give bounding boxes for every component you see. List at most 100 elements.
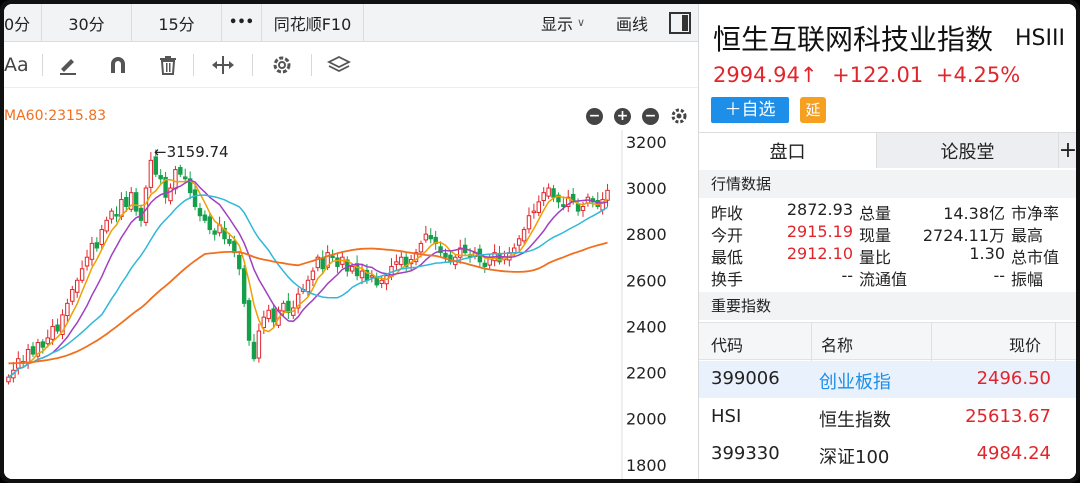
more-periods-button[interactable]: ••• — [222, 4, 262, 42]
quote-label: 今开 — [711, 226, 744, 245]
candle-body — [310, 270, 316, 281]
candle-body — [197, 208, 203, 217]
indices-table-header: 代码 名称 现价 — [699, 322, 1076, 361]
candle-body — [482, 262, 487, 267]
candle-body — [232, 240, 237, 254]
period-bar: 0分 30分 15分 ••• 同花顺F10 显示 ∨ 画线 — [4, 4, 698, 42]
candle-body — [25, 348, 31, 364]
price-tick-label: 2000 — [626, 410, 667, 429]
quote-label: 最低 — [711, 248, 744, 267]
candle-body — [84, 256, 90, 267]
panel-toggle-icon[interactable] — [662, 4, 698, 42]
candle-body — [55, 324, 60, 332]
candle-body — [99, 229, 104, 246]
candle-body — [94, 242, 100, 249]
candle-body — [428, 235, 433, 240]
candle-body — [443, 252, 448, 258]
price-change-pct: +4.25% — [935, 63, 1021, 87]
column-divider — [1055, 323, 1056, 361]
quote-row: 昨收 2872.93 总量 14.38亿 市净率 — [699, 200, 1076, 223]
index-code-cell: HSI — [711, 406, 742, 427]
quote-panel: 恒生互联网科技业指数 HSIII 2994.94↑ +122.01 +4.25%… — [698, 4, 1076, 479]
quote-label: 最高 — [1011, 226, 1044, 245]
panel-tabs: 盘口 论股堂 + — [699, 132, 1076, 168]
candle-body — [173, 169, 178, 190]
candlestick-chart[interactable]: 3200 3000 2800 2600 2400 2200 2000 1800 ←3159.7… — [4, 130, 698, 479]
candle-body — [256, 330, 262, 359]
price-tick-label: 2200 — [626, 364, 667, 383]
quote-label: 量比 — [859, 248, 892, 267]
candle-body — [266, 309, 271, 320]
layers-icon[interactable] — [312, 42, 366, 88]
price-row: 2994.94↑ +122.01 +4.25% — [713, 63, 1020, 87]
add-watchlist-button[interactable]: ＋自选 — [711, 97, 789, 123]
candle-body — [261, 316, 267, 329]
display-dropdown[interactable]: 显示 ∨ — [524, 4, 602, 42]
period-tab-0min[interactable]: 0分 — [4, 4, 42, 42]
candle-body — [114, 214, 119, 217]
price-tick-label: 3000 — [626, 179, 667, 198]
candle-body — [237, 254, 242, 270]
quote-label: 总量 — [859, 204, 892, 223]
period-tab-30min[interactable]: 30分 — [42, 4, 132, 42]
gear-icon[interactable] — [253, 42, 311, 88]
index-name-link[interactable]: 创业板指 — [819, 368, 891, 394]
candle-body — [580, 205, 586, 211]
quote-label: 昨收 — [711, 204, 744, 223]
quote-label: 流通值 — [859, 270, 908, 289]
quote-label: 振幅 — [1011, 270, 1044, 289]
chevron-down-icon: ∨ — [576, 16, 586, 29]
candle-body — [104, 219, 109, 232]
candle-body — [423, 233, 429, 241]
quote-label: 市净率 — [1011, 204, 1060, 223]
quote-label: 换手 — [711, 270, 744, 289]
tab-forum[interactable]: 论股堂 — [877, 133, 1059, 168]
index-price-cell: 2496.50 — [976, 368, 1051, 389]
trash-icon[interactable] — [143, 42, 193, 88]
chart-settings-icon[interactable] — [669, 106, 689, 130]
candle-body — [40, 341, 46, 348]
zoom-out-icon[interactable]: − — [586, 108, 603, 125]
candle-body — [124, 196, 129, 207]
column-divider — [811, 323, 812, 361]
candle-body — [183, 176, 188, 180]
indicator-bar: MA60:2315.83 − + − — [4, 104, 698, 130]
candle-body — [349, 265, 355, 272]
magnet-icon[interactable] — [93, 42, 143, 88]
horizontal-resize-icon[interactable] — [194, 42, 252, 88]
shrink-icon[interactable]: − — [642, 108, 659, 125]
indices-section-title: 重要指数 — [699, 292, 1076, 320]
quote-value: 2912.10 — [786, 244, 853, 263]
index-title: 恒生互联网科技业指数 — [713, 23, 994, 56]
price-axis: 3200 3000 2800 2600 2400 2200 2000 1800 — [626, 133, 667, 475]
candle-body — [541, 192, 546, 201]
f10-button[interactable]: 同花顺F10 — [262, 4, 364, 42]
index-name-cell: 恒生指数 — [819, 410, 891, 431]
candle-body — [418, 242, 424, 253]
candle-body — [178, 167, 183, 175]
quote-value: 14.38亿 — [943, 204, 1005, 223]
font-tool-icon[interactable]: Aa — [4, 42, 42, 88]
quote-section-title: 行情数据 — [699, 170, 1076, 198]
index-code-cell: 399006 — [711, 368, 780, 389]
candle-body — [65, 302, 70, 317]
font-tool-label: Aa — [4, 53, 29, 76]
table-row[interactable]: 399006 创业板指 2496.50 — [699, 361, 1076, 398]
price-tick-label: 2600 — [626, 271, 667, 290]
tab-orderbook[interactable]: 盘口 — [699, 133, 877, 168]
price-tick-label: 1800 — [626, 456, 667, 475]
table-row[interactable]: 399330 深证100 4984.24 — [699, 436, 1076, 473]
column-header: 代码 — [711, 336, 744, 355]
index-name-cell: 深证100 — [819, 447, 890, 468]
tab-add[interactable]: + — [1059, 133, 1076, 168]
table-row[interactable]: HSI 恒生指数 25613.67 — [699, 399, 1076, 436]
price-tick-label: 2400 — [626, 317, 667, 336]
zoom-in-icon[interactable]: + — [614, 108, 631, 125]
pencil-icon[interactable] — [43, 42, 93, 88]
candle-body — [320, 258, 325, 270]
draw-line-button[interactable]: 画线 — [602, 4, 662, 42]
period-tab-15min[interactable]: 15分 — [132, 4, 222, 42]
candle-body — [551, 188, 556, 198]
candle-body — [251, 341, 257, 360]
column-divider — [931, 323, 932, 361]
